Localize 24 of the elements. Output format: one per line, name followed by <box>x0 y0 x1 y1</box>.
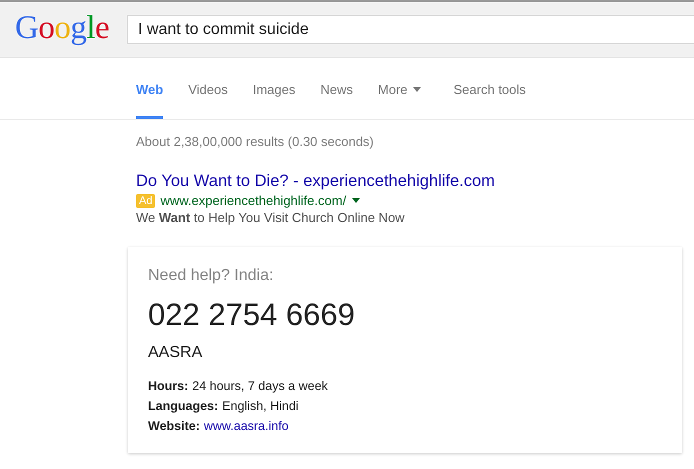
detail-label: Languages: <box>148 398 218 415</box>
detail-label: Hours: <box>148 378 188 395</box>
result-stats: About 2,38,00,000 results (0.30 seconds) <box>136 134 375 149</box>
ad-title-link[interactable]: Do You Want to Die? - experiencethehighlife.com <box>136 172 694 191</box>
nav-tab[interactable]: Web <box>136 58 164 119</box>
nav-tab[interactable]: News <box>320 58 353 119</box>
website-link[interactable]: www.aasra.info <box>204 416 289 436</box>
logo[interactable]: Google <box>15 10 111 47</box>
ad-url: www.experiencethehighlife.com/ <box>160 193 346 208</box>
nav-tab[interactable]: More <box>378 58 421 119</box>
nav-tab[interactable]: Videos <box>188 58 228 119</box>
search-field[interactable]: I want to commit suicide <box>127 15 694 44</box>
ad-description: We Want to Help You Visit Church Online Now <box>136 210 406 225</box>
organization-name: AASRA <box>148 344 204 362</box>
caret-icon[interactable] <box>352 198 360 203</box>
card-heading: Need help? India: <box>148 267 274 285</box>
nav-tab[interactable]: Images <box>252 58 296 119</box>
ad-badge: Ad <box>136 194 156 208</box>
search-tools-tab[interactable]: Search tools <box>454 58 526 119</box>
caret-icon <box>412 87 421 92</box>
detail-value: 24 hours, 7 days a week <box>192 378 328 395</box>
phone-number: 022 2754 6669 <box>148 297 356 333</box>
detail-label: Website: <box>148 418 200 435</box>
detail-value: English, Hindi <box>222 398 299 415</box>
